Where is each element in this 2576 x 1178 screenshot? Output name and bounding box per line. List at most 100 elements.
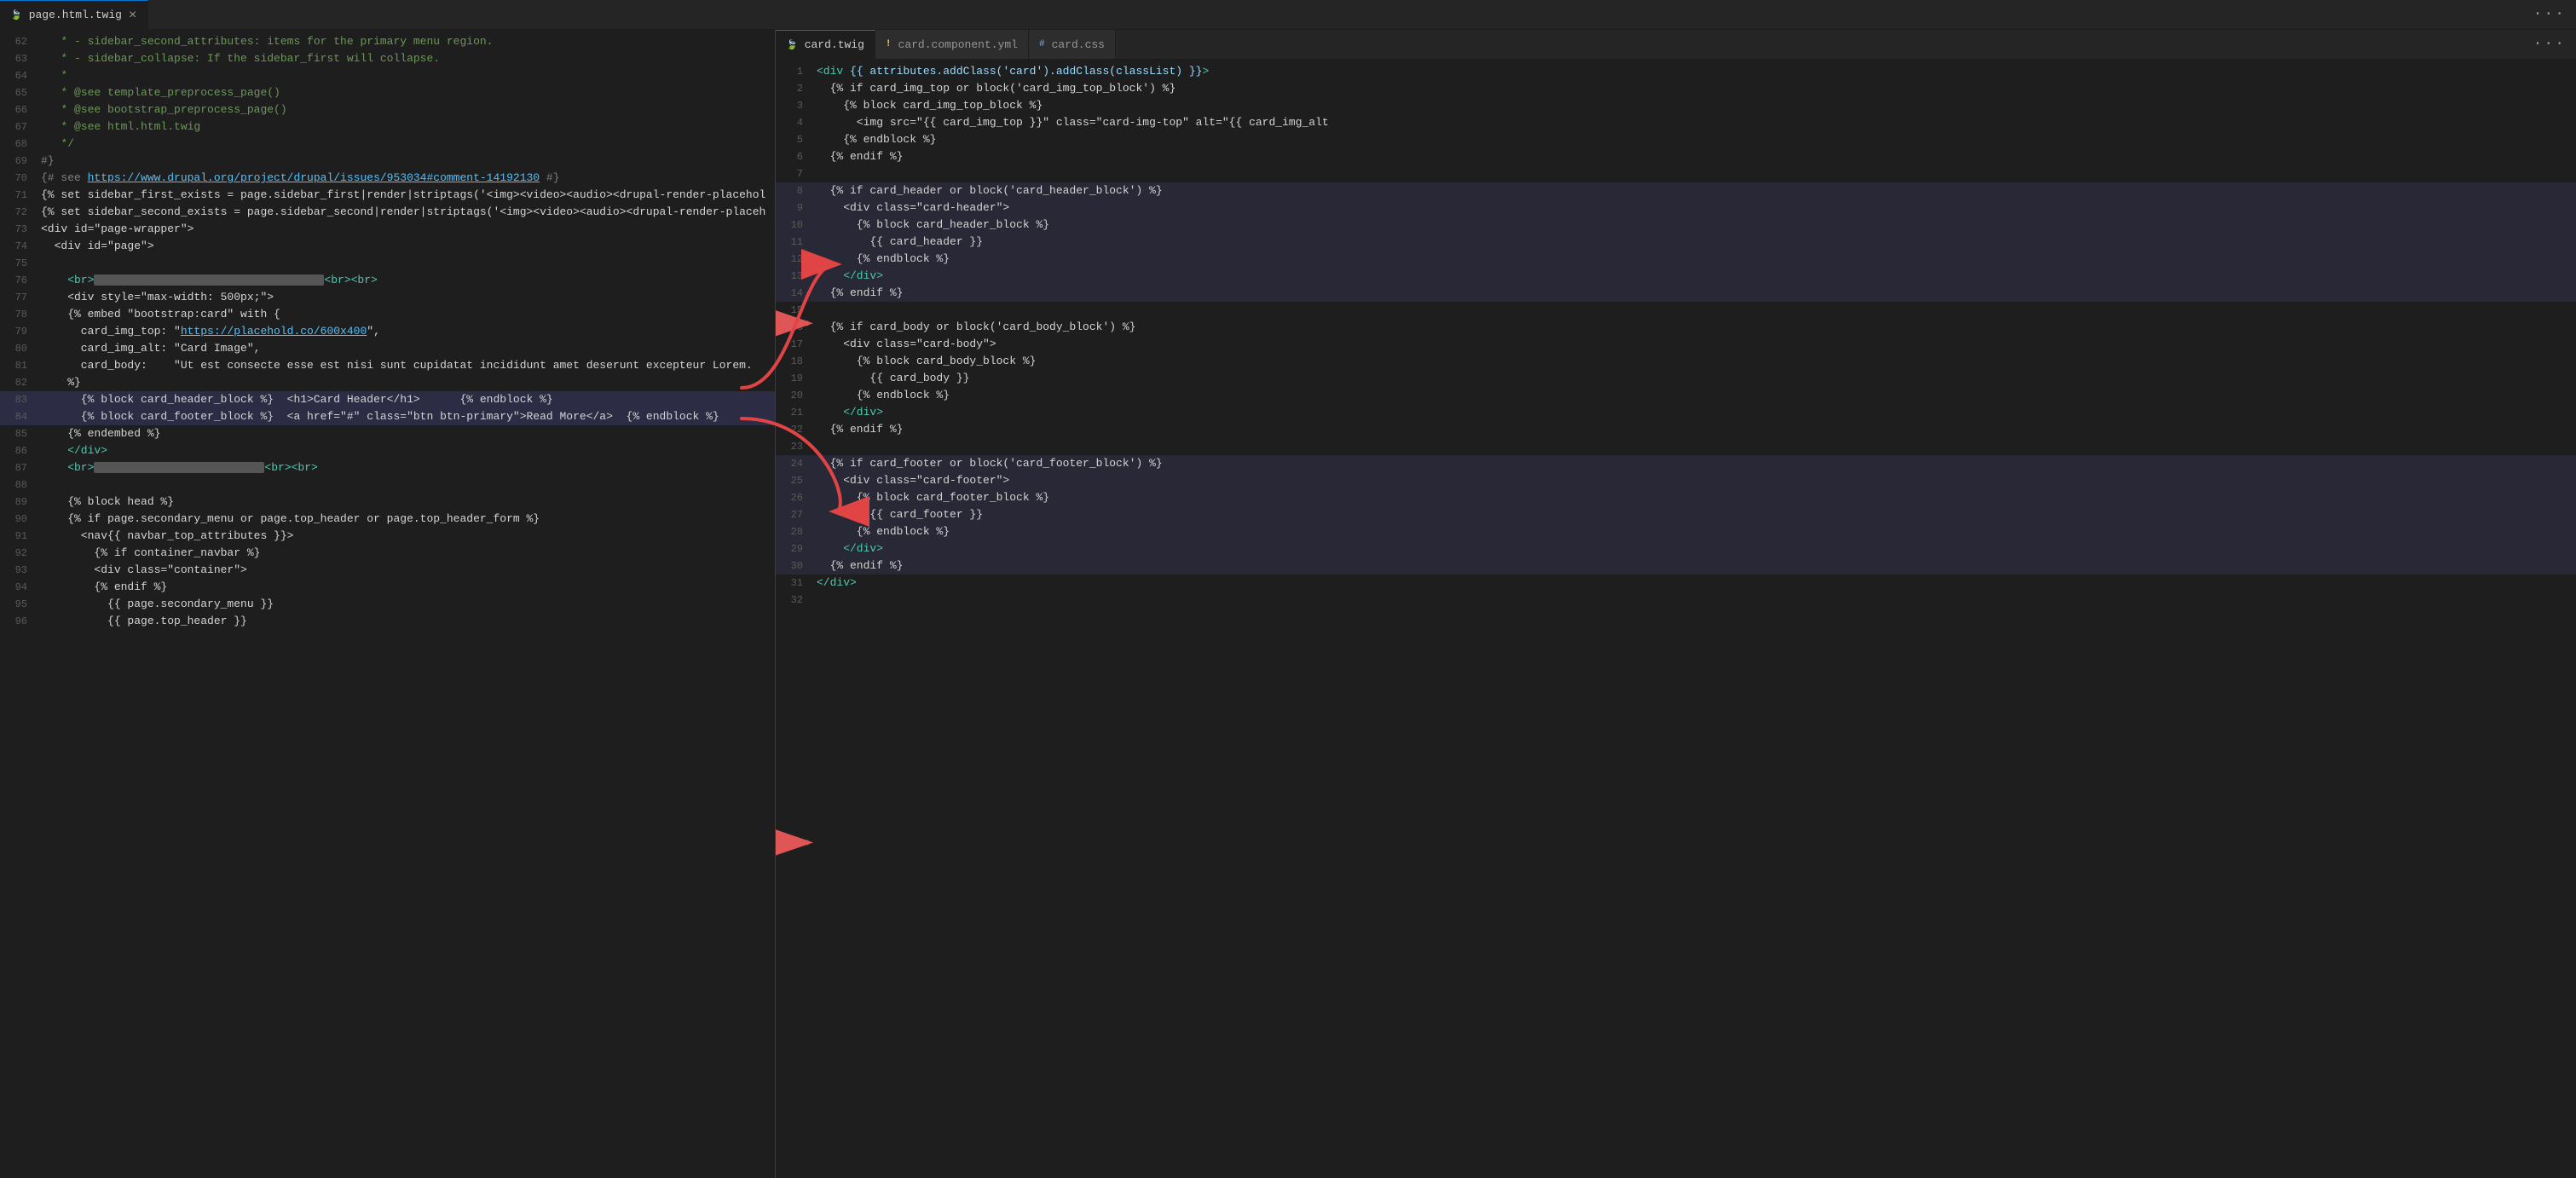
line-number: 76 xyxy=(0,272,41,289)
token: </div> xyxy=(817,269,883,282)
token: {% endembed %} xyxy=(41,427,160,440)
line-content: </div> xyxy=(817,575,2576,592)
tab-page-html-twig[interactable]: 🍃 page.html.twig × xyxy=(0,0,148,29)
code-line: 89 {% block head %} xyxy=(0,494,775,511)
right-code-area[interactable]: 1<div {{ attributes.addClass('card').add… xyxy=(776,60,2576,1178)
left-pane: 62 * - sidebar_second_attributes: items … xyxy=(0,30,776,1178)
code-line: 21 </div> xyxy=(776,404,2576,421)
line-content: <div id="page"> xyxy=(41,238,775,255)
line-content: #} xyxy=(41,153,775,170)
code-line: 6 {% endif %} xyxy=(776,148,2576,165)
code-line: 87 <br><br><br> xyxy=(0,459,775,476)
line-content: <div class="card-body"> xyxy=(817,336,2576,353)
line-number: 63 xyxy=(0,50,41,67)
code-line: 4 <img src="{{ card_img_top }}" class="c… xyxy=(776,114,2576,131)
right-pane: 🍃card.twig!card.component.yml#card.css ·… xyxy=(776,30,2576,1178)
line-number: 27 xyxy=(776,506,817,523)
line-content: {% endblock %} xyxy=(817,251,2576,268)
token: {% endblock %} xyxy=(817,252,950,265)
token: * @see bootstrap_preprocess_page() xyxy=(41,103,287,116)
code-line: 14 {% endif %} xyxy=(776,285,2576,302)
code-line: 65 * @see template_preprocess_page() xyxy=(0,84,775,101)
line-number: 88 xyxy=(0,476,41,494)
line-content: * @see html.html.twig xyxy=(41,118,775,136)
token: {% block card_img_top_block %} xyxy=(817,99,1043,112)
right-more-button[interactable]: ··· xyxy=(2523,36,2576,53)
css-file-icon: # xyxy=(1039,39,1045,49)
line-content: {% if card_header or block('card_header_… xyxy=(817,182,2576,199)
line-content: </div> xyxy=(41,442,775,459)
line-content: card_img_top: "https://placehold.co/600x… xyxy=(41,323,775,340)
line-number: 13 xyxy=(776,268,817,285)
code-line: 92 {% if container_navbar %} xyxy=(0,545,775,562)
line-content: {% endif %} xyxy=(817,421,2576,438)
line-number: 79 xyxy=(0,323,41,340)
code-line: 81 card_body: "Ut est consecte esse est … xyxy=(0,357,775,374)
right-tab-group: 🍃card.twig!card.component.yml#card.css xyxy=(776,30,1116,59)
line-number: 95 xyxy=(0,596,41,613)
code-line: 77 <div style="max-width: 500px;"> xyxy=(0,289,775,306)
left-more-button[interactable]: ··· xyxy=(2523,6,2576,23)
line-content: {{ page.secondary_menu }} xyxy=(41,596,775,613)
line-content: {% endif %} xyxy=(41,579,775,596)
tab-label: page.html.twig xyxy=(29,9,122,21)
line-number: 31 xyxy=(776,575,817,592)
line-content: </div> xyxy=(817,404,2576,421)
right-tab-bar: 🍃card.twig!card.component.yml#card.css ·… xyxy=(776,30,2576,60)
tab-card-twig[interactable]: 🍃card.twig xyxy=(776,30,875,59)
line-number: 15 xyxy=(776,302,817,319)
line-number: 29 xyxy=(776,540,817,557)
line-content: {% if card_img_top or block('card_img_to… xyxy=(817,80,2576,97)
right-editor-wrapper: 1<div {{ attributes.addClass('card').add… xyxy=(776,60,2576,1178)
line-number: 94 xyxy=(0,579,41,596)
line-content: {% block card_header_block %} xyxy=(817,217,2576,234)
line-number: 66 xyxy=(0,101,41,118)
code-line: 5 {% endblock %} xyxy=(776,131,2576,148)
line-number: 81 xyxy=(0,357,41,374)
line-number: 74 xyxy=(0,238,41,255)
token: */ xyxy=(41,137,74,150)
line-content: {% block card_body_block %} xyxy=(817,353,2576,370)
code-line: 31</div> xyxy=(776,575,2576,592)
code-line: 84 {% block card_footer_block %} <a href… xyxy=(0,408,775,425)
tab-close-button[interactable]: × xyxy=(129,9,137,22)
code-line: 68 */ xyxy=(0,136,775,153)
line-number: 10 xyxy=(776,217,817,234)
token: <br><br> xyxy=(264,461,317,474)
line-number: 77 xyxy=(0,289,41,306)
token: #} xyxy=(540,171,559,184)
code-line: 70{# see https://www.drupal.org/project/… xyxy=(0,170,775,187)
line-number: 62 xyxy=(0,33,41,50)
token: </div> xyxy=(817,542,883,555)
line-content: </div> xyxy=(817,268,2576,285)
yaml-file-icon: ! xyxy=(886,39,892,49)
tab-card-css[interactable]: #card.css xyxy=(1029,30,1116,59)
code-line: 64 * xyxy=(0,67,775,84)
code-line: 13 </div> xyxy=(776,268,2576,285)
line-number: 4 xyxy=(776,114,817,131)
line-content: {% endif %} xyxy=(817,557,2576,575)
left-tab-group: 🍃 page.html.twig × xyxy=(0,0,148,29)
line-content: {% endembed %} xyxy=(41,425,775,442)
token: <div xyxy=(817,65,843,78)
token: {% block card_body_block %} xyxy=(817,355,1036,367)
code-line: 71{% set sidebar_first_exists = page.sid… xyxy=(0,187,775,204)
line-content: {% set sidebar_first_exists = page.sideb… xyxy=(41,187,775,204)
line-content: <div class="card-footer"> xyxy=(817,472,2576,489)
line-number: 11 xyxy=(776,234,817,251)
token: {% block card_footer_block %} xyxy=(817,491,1049,504)
token: {{ card_header }} xyxy=(817,235,983,248)
line-content: <div class="container"> xyxy=(41,562,775,579)
line-content xyxy=(817,165,2576,182)
token: * - sidebar_collapse: If the sidebar_fir… xyxy=(41,52,440,65)
left-code-area[interactable]: 62 * - sidebar_second_attributes: items … xyxy=(0,30,775,1178)
line-content: {{ card_footer }} xyxy=(817,506,2576,523)
line-content: {% if container_navbar %} xyxy=(41,545,775,562)
code-line: 28 {% endblock %} xyxy=(776,523,2576,540)
line-content: {{ card_body }} xyxy=(817,370,2576,387)
line-number: 96 xyxy=(0,613,41,630)
code-line: 26 {% block card_footer_block %} xyxy=(776,489,2576,506)
tab-card-component-yml[interactable]: !card.component.yml xyxy=(875,30,1029,59)
tab-label: card.twig xyxy=(805,38,864,51)
code-line: 93 <div class="container"> xyxy=(0,562,775,579)
